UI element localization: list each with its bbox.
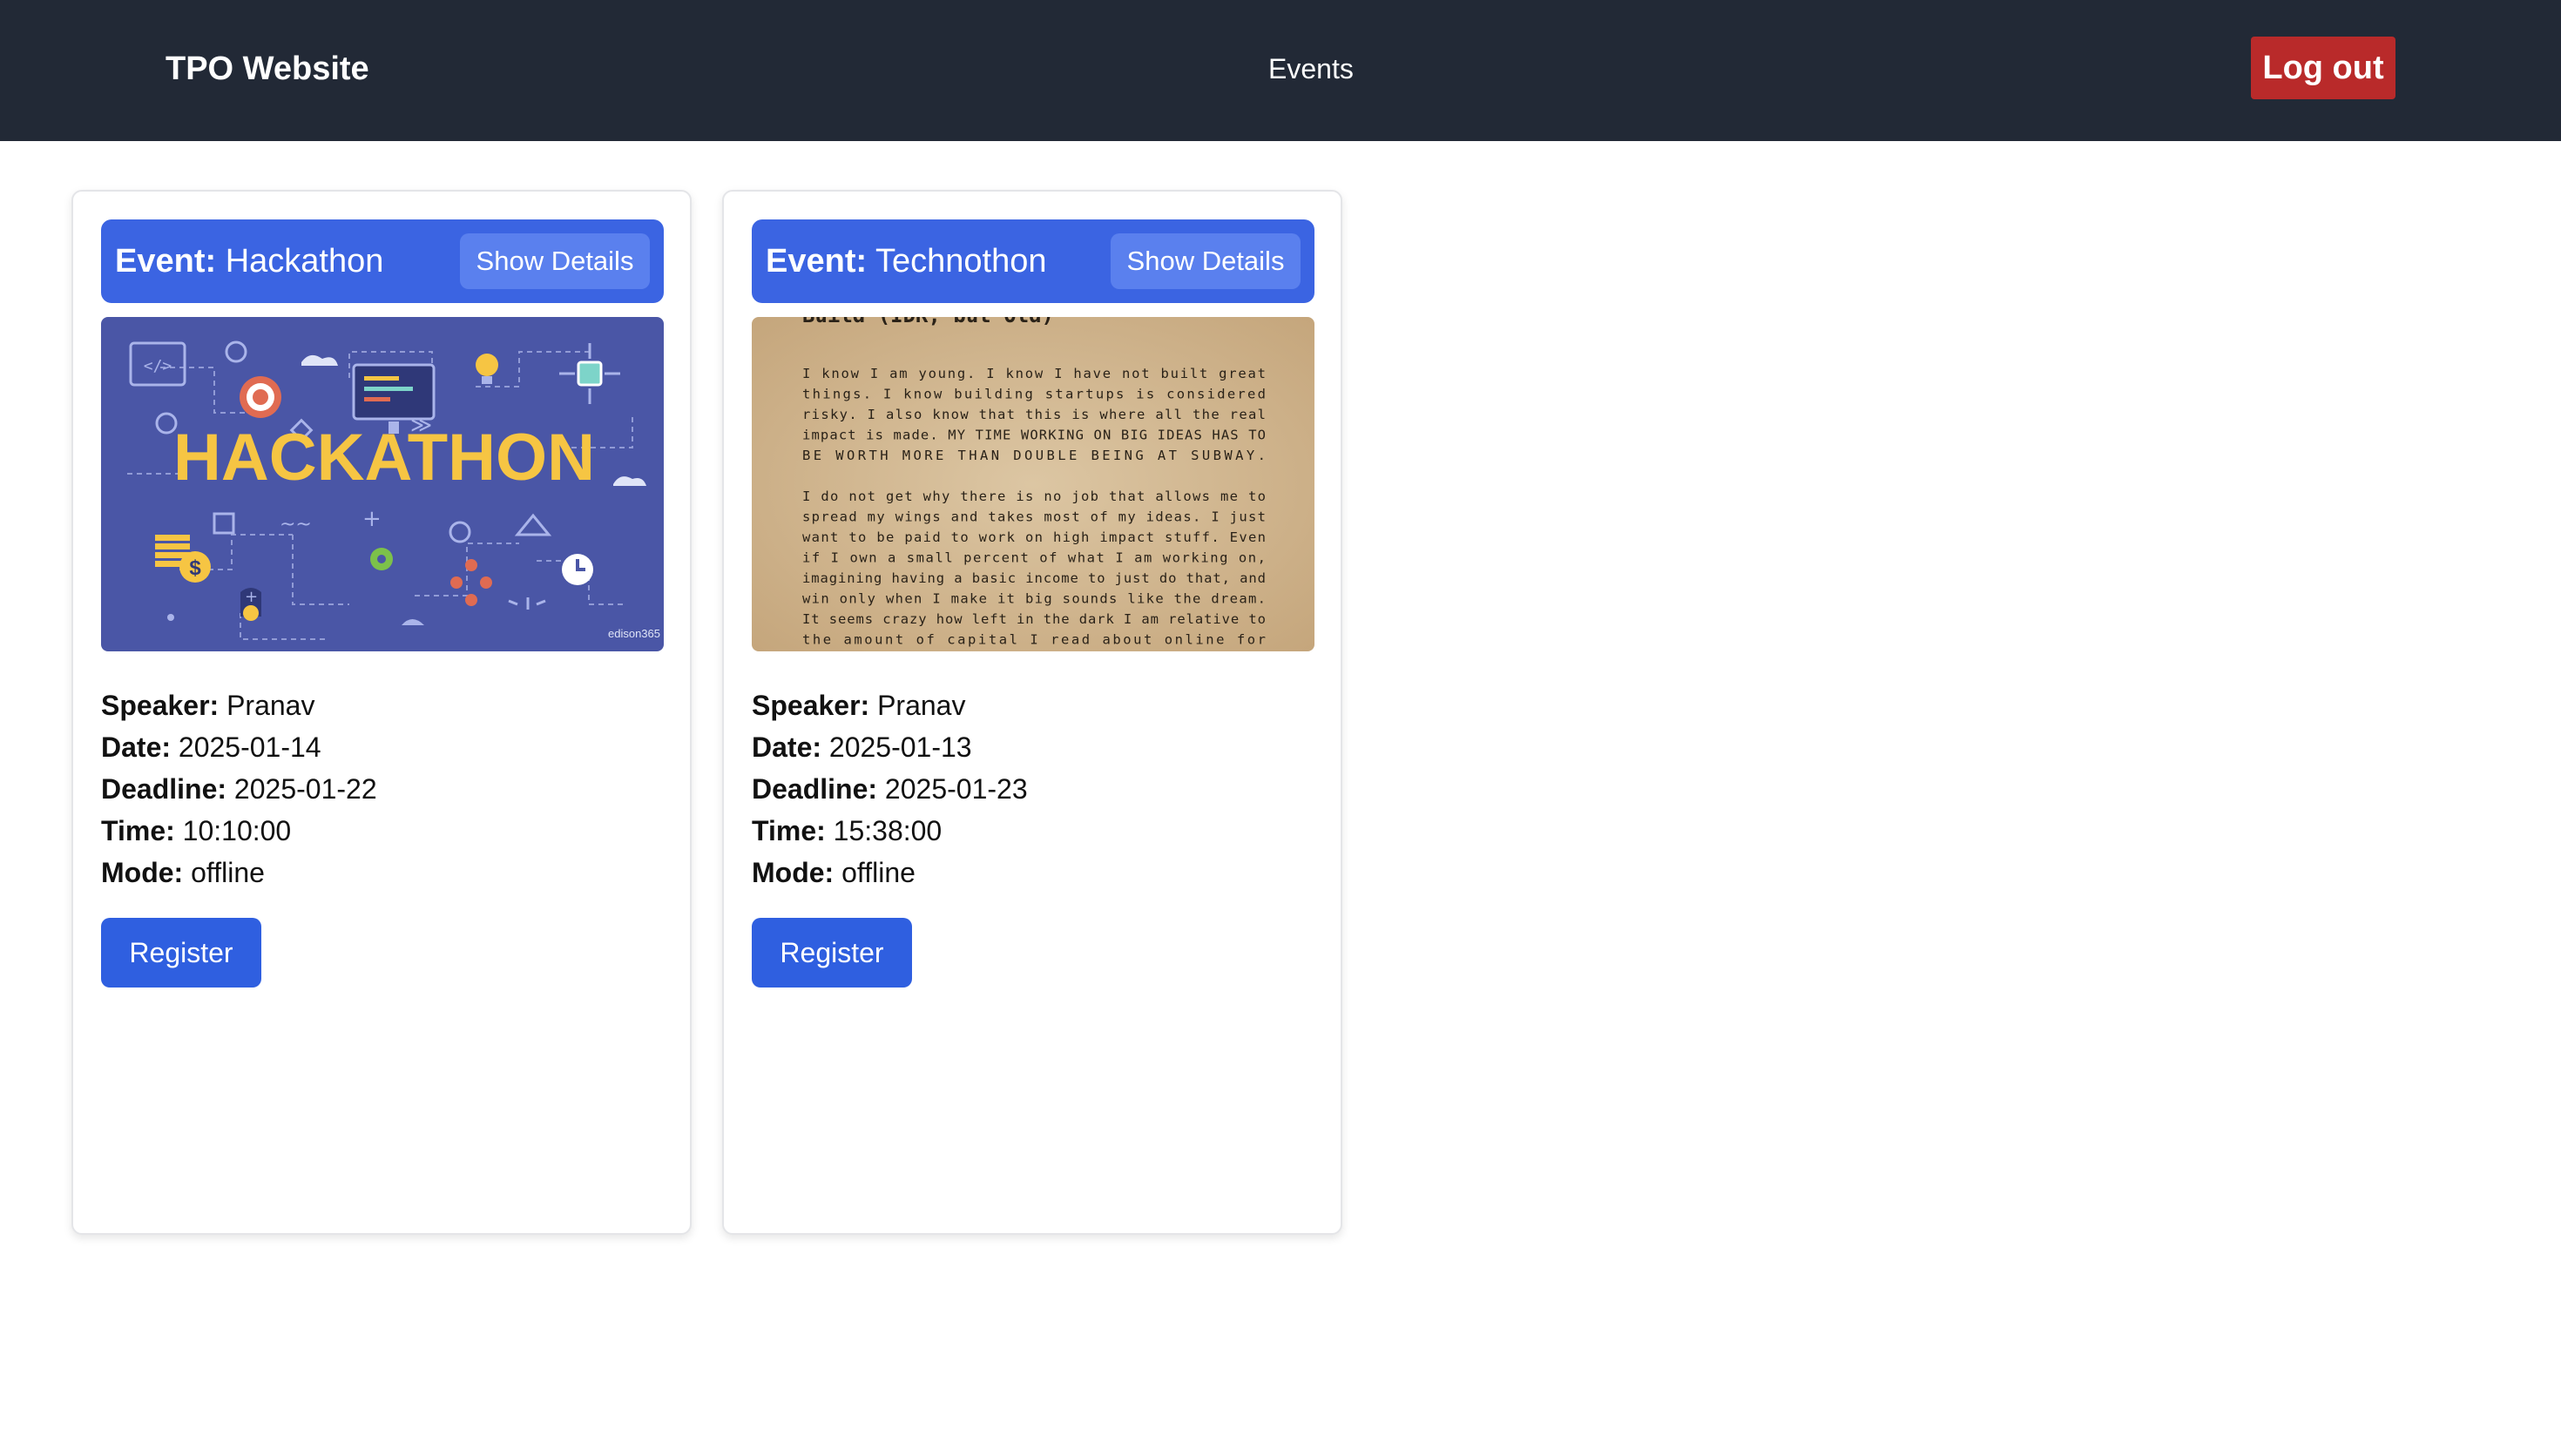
event-date: Date: 2025-01-14 [101, 726, 664, 768]
event-deadline: Deadline: 2025-01-23 [752, 768, 1314, 810]
svg-text:~~: ~~ [280, 514, 312, 536]
paper-text-image: Build (IDK, but Old) I know I am young. I… [752, 317, 1314, 651]
register-button[interactable]: Register [752, 918, 912, 988]
brand-title[interactable]: TPO Website [166, 45, 369, 92]
svg-text:$: $ [189, 556, 201, 580]
event-image-technothon: Build (IDK, but Old) I know I am young. I… [752, 317, 1314, 651]
event-name: Hackathon [225, 243, 384, 280]
hackathon-watermark: edison365 [608, 627, 660, 640]
hackathon-illustration: </> ≫ HACKATHON $ ~~ + + edison365 [101, 317, 664, 651]
paper-text-line: I do not get why there is no job that al… [802, 489, 1266, 504]
paper-text-line: the amount of capital I read about onlin… [802, 632, 1266, 648]
svg-text:+: + [245, 588, 258, 606]
event-time: Time: 15:38:00 [752, 810, 1314, 852]
mode-label: Mode: [752, 857, 835, 888]
time-label: Time: [752, 815, 826, 846]
paper-text-line: if I own a small percent of what I am wo… [802, 550, 1266, 566]
event-info: Speaker: Pranav Date: 2025-01-14 Deadlin… [101, 684, 664, 893]
mode-value: offline [841, 857, 916, 888]
event-date: Date: 2025-01-13 [752, 726, 1314, 768]
speaker-label: Speaker: [101, 690, 220, 721]
time-value: 10:10:00 [182, 815, 292, 846]
time-label: Time: [101, 815, 175, 846]
paper-text-line: imagining having a basic income to just … [802, 570, 1266, 586]
paper-text-line: I know I am young. I know I have not bui… [802, 366, 1266, 381]
svg-text:+: + [362, 506, 382, 532]
paper-text-line: impact is made. MY TIME WORKING ON BIG I… [802, 428, 1266, 443]
event-speaker: Speaker: Pranav [752, 684, 1314, 726]
mode-value: offline [191, 857, 265, 888]
deadline-value: 2025-01-23 [884, 773, 1028, 805]
paper-text-line: want to be paid to work on high impact s… [802, 529, 1266, 545]
paper-text-line: risky. I also know that this is where al… [802, 407, 1266, 422]
svg-text:</>: </> [144, 357, 172, 375]
navbar: TPO Website Events Log out [0, 0, 2561, 141]
event-label: Event: [766, 243, 868, 280]
event-card-hackathon: Event: Hackathon Show Details </> ≫ HACK… [71, 190, 692, 1235]
speaker-value: Pranav [226, 690, 315, 721]
event-info: Speaker: Pranav Date: 2025-01-13 Deadlin… [752, 684, 1314, 893]
paper-text-line: It seems crazy how left in the dark I am… [802, 611, 1266, 627]
event-card-header: Event: Technothon Show Details [752, 219, 1314, 303]
logout-button[interactable]: Log out [2251, 37, 2395, 99]
mode-label: Mode: [101, 857, 184, 888]
paper-text-line: win only when I make it big sounds like … [802, 591, 1266, 607]
event-title: Event: Technothon [766, 237, 1047, 286]
date-label: Date: [101, 731, 172, 763]
event-card-header: Event: Hackathon Show Details [101, 219, 664, 303]
event-image-hackathon: </> ≫ HACKATHON $ ~~ + + edison365 [101, 317, 664, 651]
event-time: Time: 10:10:00 [101, 810, 664, 852]
paper-text-line: Build (IDK, but Old) [802, 317, 1054, 327]
deadline-label: Deadline: [101, 773, 227, 805]
register-button[interactable]: Register [101, 918, 261, 988]
date-value: 2025-01-14 [178, 731, 321, 763]
speaker-label: Speaker: [752, 690, 870, 721]
event-speaker: Speaker: Pranav [101, 684, 664, 726]
event-label: Event: [115, 243, 217, 280]
date-value: 2025-01-13 [828, 731, 972, 763]
event-deadline: Deadline: 2025-01-22 [101, 768, 664, 810]
date-label: Date: [752, 731, 822, 763]
event-mode: Mode: offline [101, 852, 664, 893]
hackathon-image-title: HACKATHON [173, 421, 595, 495]
deadline-value: 2025-01-22 [233, 773, 377, 805]
event-card-technothon: Event: Technothon Show Details Build (ID… [722, 190, 1342, 1235]
speaker-value: Pranav [877, 690, 966, 721]
show-details-button[interactable]: Show Details [460, 233, 650, 289]
show-details-button[interactable]: Show Details [1111, 233, 1301, 289]
event-name: Technothon [875, 243, 1047, 280]
paper-text-line: spread my wings and takes most of my ide… [802, 509, 1266, 525]
time-value: 15:38:00 [833, 815, 943, 846]
event-title: Event: Hackathon [115, 237, 383, 286]
deadline-label: Deadline: [752, 773, 878, 805]
nav-link-events[interactable]: Events [1268, 47, 1354, 91]
event-mode: Mode: offline [752, 852, 1314, 893]
